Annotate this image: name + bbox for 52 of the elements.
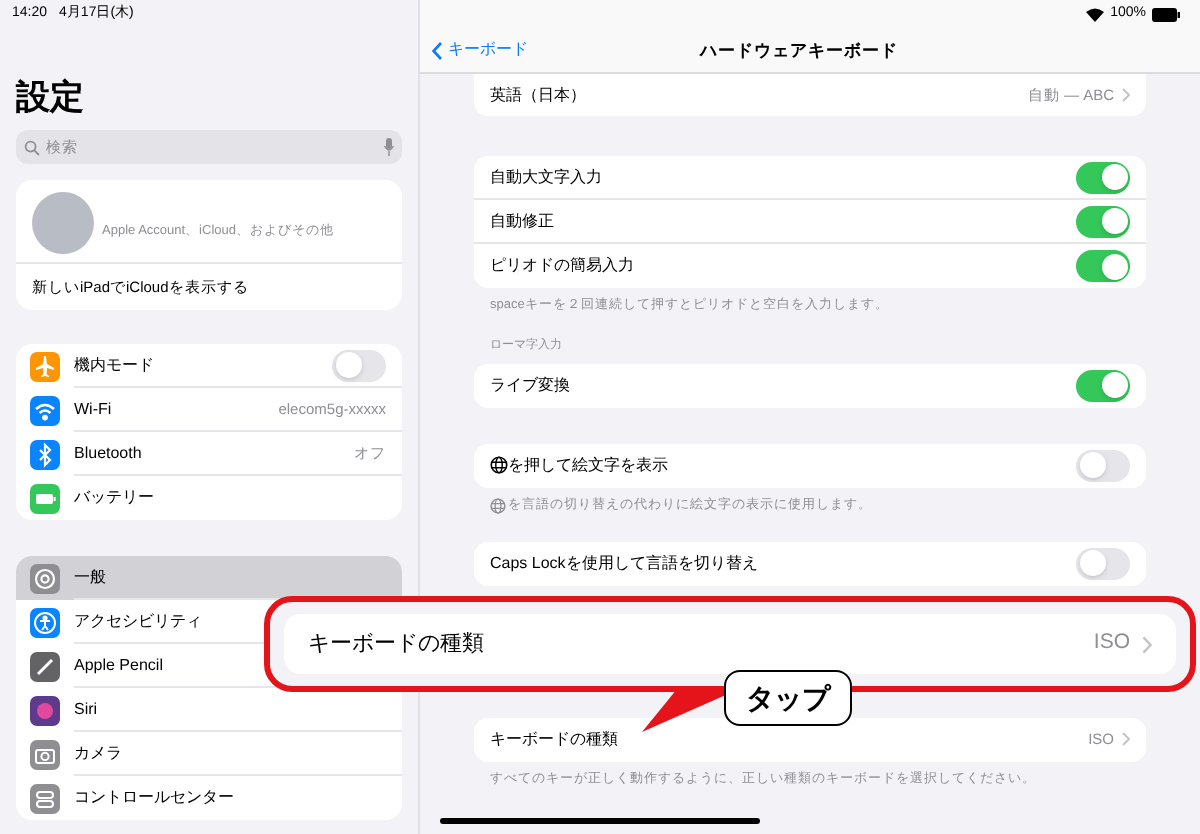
item-label: 機内モード	[74, 353, 156, 377]
microphone-icon	[384, 138, 394, 156]
row-label: 自動修正	[490, 209, 556, 233]
sidebar-item[interactable]: バッテリー	[16, 476, 402, 520]
sidebar-item[interactable]: 一般	[16, 556, 402, 600]
item-label: Bluetooth	[74, 441, 144, 465]
settings-row[interactable]: Caps Lockを使用して言語を切り替え	[474, 541, 1146, 585]
row-label: Caps Lockを使用して言語を切り替え	[490, 551, 760, 575]
item-label: アクセシビリティ	[74, 609, 204, 633]
battery-icon	[1152, 7, 1180, 21]
toggle-switch[interactable]	[1076, 205, 1130, 237]
chevron-icon	[1142, 635, 1152, 653]
settings-row[interactable]: ライブ変換	[474, 363, 1146, 408]
row-label: 自動大文字入力	[490, 165, 604, 189]
keyboard-type-row[interactable]: キーボードの種類 ISO	[284, 614, 1176, 674]
chevron-icon	[1122, 88, 1130, 102]
row-label: キーボードの種類	[308, 629, 486, 660]
row-label: 英語（日本）	[490, 83, 588, 107]
tap-bubble: タップ	[724, 670, 852, 726]
avatar	[32, 192, 94, 254]
item-label: Apple Pencil	[74, 653, 165, 677]
row-label: ピリオドの簡易入力	[490, 254, 636, 278]
page-title: ハードウェアキーボード	[700, 37, 898, 63]
back-button[interactable]: キーボード	[420, 38, 528, 62]
item-label: 一般	[74, 565, 108, 589]
row-label: を押して絵文字を表示	[508, 453, 670, 478]
toggle-switch[interactable]	[1076, 250, 1130, 282]
toggle-switch[interactable]	[332, 349, 386, 381]
item-label: コントロールセンター	[74, 786, 236, 810]
settings-row[interactable]: 自動修正	[474, 200, 1146, 244]
settings-row[interactable]: ピリオドの簡易入力	[474, 244, 1146, 288]
row-label: ライブ変換	[490, 373, 572, 398]
chevron-icon	[1122, 732, 1130, 746]
wifi-icon	[1086, 7, 1105, 21]
toggle-switch[interactable]	[1076, 547, 1130, 579]
row-value: ISO	[1093, 628, 1130, 659]
item-label: Siri	[74, 697, 100, 721]
settings-row[interactable]: 自動大文字入力	[474, 156, 1146, 200]
sidebar-item[interactable]: コントロールセンター	[16, 776, 402, 820]
search-icon	[24, 139, 40, 155]
settings-row[interactable]: を押して絵文字を表示	[474, 443, 1146, 488]
item-label: Wi-Fi	[74, 397, 114, 421]
item-label: バッテリー	[74, 486, 156, 510]
toggle-switch[interactable]	[1076, 369, 1130, 402]
sidebar-title: 設定	[16, 78, 84, 118]
row-label: キーボードの種類	[490, 727, 620, 751]
toggle-switch[interactable]	[1076, 449, 1130, 482]
sidebar-item[interactable]: 機内モード	[16, 344, 402, 388]
back-chevron-icon	[432, 41, 442, 59]
toggle-switch[interactable]	[1076, 161, 1130, 193]
sidebar-item[interactable]: カメラ	[16, 732, 402, 776]
item-label: カメラ	[74, 741, 124, 765]
